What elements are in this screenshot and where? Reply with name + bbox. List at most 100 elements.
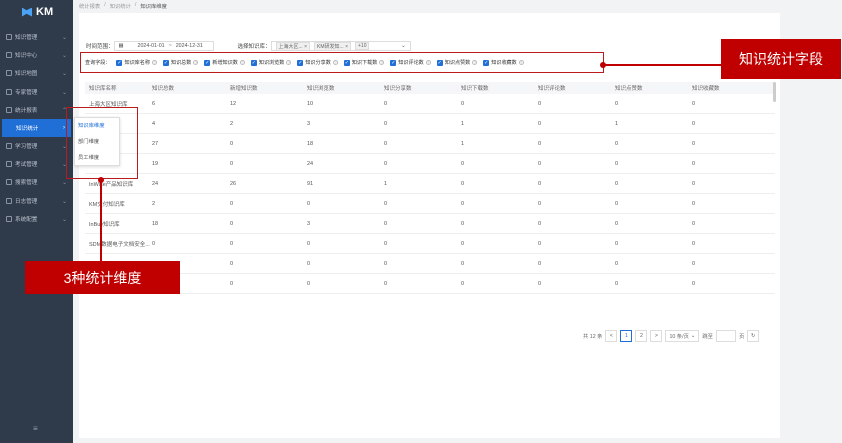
table-row: 4 2 3 0 1 0 1 0 <box>85 114 775 134</box>
table-cell: 0 <box>538 180 542 187</box>
table-cell: 0 <box>384 240 388 247</box>
table-cell: 27 <box>152 140 159 147</box>
date-separator: ~ <box>168 43 172 49</box>
chevron-down-icon: ⌄ <box>61 216 67 223</box>
menu-fold-icon[interactable]: ≡ <box>33 424 38 433</box>
callout-line <box>603 64 721 66</box>
table-cell: 0 <box>230 220 234 227</box>
chevron-down-icon: ⌄ <box>61 198 67 205</box>
table-cell: 12 <box>230 100 237 107</box>
table-cell: 24 <box>152 180 159 187</box>
table-cell: 0 <box>461 200 465 207</box>
table-cell: 0 <box>538 100 542 107</box>
field-checkbox[interactable]: ✓ 新增知识数? <box>204 59 245 66</box>
sidebar-item-search[interactable]: 搜索管理 ⌄ <box>0 173 73 191</box>
field-checkbox[interactable]: ✓ 知识下载数? <box>343 59 385 66</box>
kb-select-label: 选择知识库： <box>237 44 271 50</box>
breadcrumb-item[interactable]: 统计报表 <box>79 2 100 10</box>
field-checkbox[interactable]: ✓ 知识分享数? <box>297 59 338 66</box>
field-checkbox[interactable]: ✓ 知识总数? <box>162 59 199 66</box>
table-cell: 0 <box>692 280 696 287</box>
table-scrollbar[interactable] <box>773 82 776 102</box>
help-icon: ? <box>379 60 385 65</box>
page-2-button[interactable]: 2 <box>635 330 648 342</box>
sidebar-item-log[interactable]: 日志管理 ⌄ <box>0 192 73 210</box>
goto-label: 跳至 <box>702 334 713 340</box>
sidebar-item-knowledge-manage[interactable]: 知识管理 ⌄ <box>0 28 73 46</box>
date-end[interactable]: 2024-12-31 <box>176 43 203 49</box>
log-icon <box>6 197 12 204</box>
field-checkbox[interactable]: ✓ 知识库名称? <box>116 59 157 66</box>
book-icon <box>6 52 12 59</box>
next-page-button[interactable]: > <box>650 330 663 342</box>
kb-select[interactable]: 上海大区... × KM研发知... × +10 ⌄ <box>270 41 411 51</box>
sidebar-item-expert[interactable]: 专家管理 ⌄ <box>0 83 73 101</box>
table-cell: 0 <box>384 260 388 267</box>
field-checkbox[interactable]: ✓ 知识收藏数? <box>483 59 524 66</box>
page-unit-label: 页 <box>738 334 745 340</box>
table-body: 上海大区知识库 6 12 10 0 0 0 0 0 4 2 3 0 1 0 1 0 27 0 18 0 1 0 0 0 19 0 24… <box>85 94 775 294</box>
table-cell: 0 <box>461 180 465 187</box>
sidebar-item-knowledge-stats[interactable]: 知识统计 › <box>2 118 71 137</box>
column-header: 知识分享数 <box>384 86 412 92</box>
table-cell: 18 <box>152 220 159 227</box>
table-cell: 0 <box>615 140 619 147</box>
table-cell: 1 <box>461 120 465 127</box>
table-cell: 0 <box>461 220 465 227</box>
page-size-select[interactable]: 10 条/页 ⌄ <box>665 330 700 342</box>
table-cell: 1 <box>461 140 465 147</box>
help-icon: ? <box>332 60 338 65</box>
table-cell: 0 <box>230 160 234 167</box>
calendar-icon: ▦ <box>118 43 124 49</box>
table-cell: 0 <box>615 200 619 207</box>
checkbox-checked-icon: ✓ <box>436 59 443 66</box>
sidebar-item-knowledge-map[interactable]: 知识地图 ⌄ <box>0 64 73 82</box>
kb-name-cell: InBuy知识库 <box>89 221 120 228</box>
sidebar-item-learning[interactable]: 学习管理 ⌄ <box>0 137 73 155</box>
breadcrumb-item[interactable]: 知识统计 <box>110 2 131 10</box>
table-cell: 0 <box>692 160 696 167</box>
table-cell: 0 <box>230 240 234 247</box>
table-row: 19 0 24 0 0 0 0 0 <box>85 154 775 174</box>
kb-name-cell: KM交付知识库 <box>89 201 125 208</box>
table-cell: 0 <box>615 160 619 167</box>
table-cell: 0 <box>461 280 465 287</box>
sidebar-item-stats[interactable]: 统计报表 ⌃ <box>0 101 73 119</box>
column-header: 知识浏览数 <box>307 86 335 92</box>
table-cell: 91 <box>307 180 314 187</box>
total-count: 共 12 条 <box>583 334 603 340</box>
table-cell: 0 <box>615 220 619 227</box>
goto-page-input[interactable] <box>715 330 736 342</box>
logo[interactable]: KM <box>0 0 73 24</box>
chevron-down-icon: ⌄ <box>61 89 67 96</box>
logo-text: KM <box>36 6 54 18</box>
table-cell: 0 <box>461 240 465 247</box>
help-icon: ? <box>193 60 199 65</box>
table-cell: 3 <box>307 120 311 127</box>
table-cell: 1 <box>615 120 619 127</box>
sidebar-item-exam[interactable]: 考试管理 ⌄ <box>0 155 73 173</box>
table-cell: 0 <box>384 140 388 147</box>
refresh-icon[interactable]: ↻ <box>747 330 760 342</box>
field-checkbox[interactable]: ✓ 知识评论数? <box>390 59 431 66</box>
chart-icon <box>6 106 12 113</box>
field-checkbox[interactable]: ✓ 知识点赞数? <box>436 59 478 66</box>
sidebar-menu: 知识管理 ⌄ 知识中心 ⌄ 知识地图 ⌄ 专家管理 ⌄ 统计报表 ⌃ 知识统计 › 学习管理… <box>0 28 73 228</box>
callout-fields: 知识统计字段 <box>721 39 841 79</box>
help-icon: ? <box>425 60 431 65</box>
chevron-down-icon: ⌄ <box>61 53 67 60</box>
chevron-down-icon: ⌄ <box>61 71 67 78</box>
sidebar-item-system[interactable]: 系统配置 ⌄ <box>0 210 73 228</box>
date-start[interactable]: 2024-01-01 <box>138 43 165 49</box>
table-cell: 0 <box>615 280 619 287</box>
date-range-picker[interactable]: ▦ 2024-01-01 ~ 2024-12-31 <box>113 41 214 51</box>
callout-dims: 3种统计维度 <box>25 261 180 294</box>
field-checkbox[interactable]: ✓ 知识浏览数? <box>250 59 292 66</box>
page-1-button[interactable]: 1 <box>620 330 633 342</box>
sidebar-item-knowledge-center[interactable]: 知识中心 ⌄ <box>0 46 73 64</box>
table-cell: 0 <box>230 200 234 207</box>
stats-table: 知识库名称 知识总数 新增知识数 知识浏览数 知识分享数 知识下载数 知识评论数… <box>85 82 775 294</box>
column-header: 知识下载数 <box>461 86 489 92</box>
table-cell: 0 <box>538 280 542 287</box>
prev-page-button[interactable]: < <box>605 330 618 342</box>
